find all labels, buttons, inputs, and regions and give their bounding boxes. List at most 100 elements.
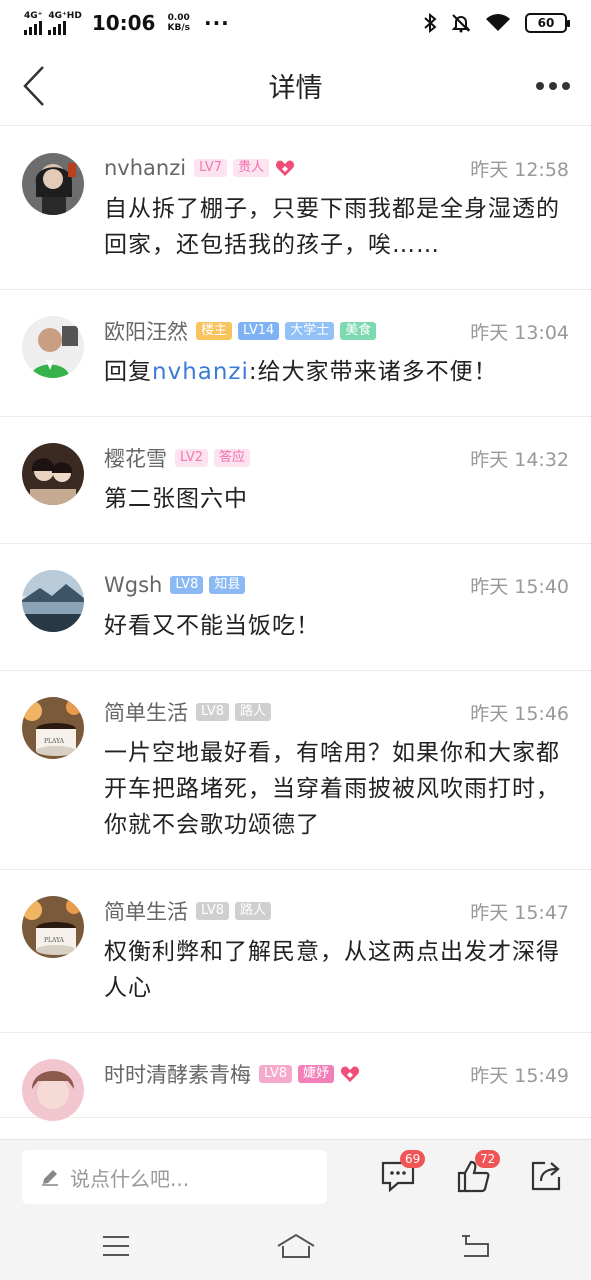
avatar[interactable] (22, 570, 84, 632)
comment-input[interactable]: 说点什么吧... (22, 1150, 327, 1204)
svg-text:PLAYA: PLAYA (44, 937, 65, 944)
comment-text: 一片空地最好看，有啥用？如果你和大家都开车把路堵死，当穿着雨披被风吹雨打时，你就… (104, 740, 560, 838)
comment-text: 第二张图六中 (104, 486, 248, 512)
comment-header: Wgsh LV8 知县 昨天 15:40 (104, 568, 569, 602)
heart-badge-icon (275, 159, 295, 177)
comment-author[interactable]: 欧阳汪然 (104, 316, 188, 346)
system-nav-bar (0, 1213, 591, 1280)
menu-nav-button[interactable] (96, 1229, 136, 1263)
comment-header: nvhanzi LV7 贵人 昨天 12:58 (104, 151, 569, 185)
page-title: 详情 (268, 73, 323, 104)
avatar[interactable] (22, 153, 84, 215)
back-button[interactable] (14, 62, 54, 110)
battery-icon: 60 (525, 13, 570, 33)
comment-text: 自从拆了棚子，只要下雨我都是全身湿透的回家，还包括我的孩子，唉…… (104, 196, 560, 258)
comment-author[interactable]: 樱花雪 (104, 443, 167, 473)
user-badge: 大学士 (285, 322, 335, 340)
comment-item[interactable]: 欧阳汪然 楼主 LV14 大学士 美食 昨天 13:04 回复nvhanzi:给大家带来诸多… (0, 290, 591, 417)
user-badge: LV7 (194, 159, 228, 177)
title-bar: 详情 (0, 46, 591, 126)
like-count-badge: 72 (475, 1150, 501, 1168)
comment-item[interactable]: PLAYA 简单生活 LV8 路人 昨天 15:47 权衡利弊和了解民意，从这两点出发才深… (0, 870, 591, 1033)
comment-header: 简单生活 LV8 路人 昨天 15:46 (104, 695, 569, 729)
dot-icon (549, 82, 557, 90)
comment-header: 樱花雪 LV2 答应 昨天 14:32 (104, 441, 569, 475)
user-badge: 贵人 (233, 159, 270, 177)
share-icon (531, 1161, 561, 1191)
back-nav-button[interactable] (456, 1229, 496, 1263)
bluetooth-icon (424, 13, 437, 33)
comment-text: 权衡利弊和了解民意，从这两点出发才深得人心 (104, 939, 560, 1001)
network-speed: 0.00 KB/s (167, 13, 189, 33)
comment-item[interactable]: Wgsh LV8 知县 昨天 15:40 好看又不能当饭吃！ (0, 544, 591, 671)
user-badge: 知县 (209, 576, 246, 594)
user-badge: 路人 (234, 902, 271, 920)
comment-author[interactable]: nvhanzi (104, 156, 186, 180)
like-button[interactable]: 72 (453, 1150, 501, 1196)
reply-prefix: 回复 (104, 359, 152, 385)
avatar[interactable]: PLAYA (22, 697, 84, 759)
network-speed-value: 0.00 (167, 13, 190, 23)
pencil-icon (42, 1170, 58, 1186)
home-icon (277, 1233, 315, 1258)
network-type-1: 4G⁺ (24, 10, 43, 21)
avatar[interactable] (22, 443, 84, 505)
comment-time: 昨天 15:40 (470, 575, 569, 598)
comment-list: nvhanzi LV7 贵人 昨天 12:58 自从拆了棚子，只要下雨我都是全身湿透的回… (0, 127, 591, 1139)
share-button[interactable] (526, 1156, 566, 1196)
comment-text: 回复nvhanzi:给大家带来诸多不便！ (104, 354, 569, 390)
comment-author[interactable]: 时时清酵素青梅 (104, 1059, 251, 1089)
dot-icon (536, 82, 544, 90)
wifi-icon (486, 14, 510, 31)
status-time: 10:06 (91, 11, 156, 35)
signal-1-icon: 4G⁺ (24, 10, 43, 35)
svg-text:PLAYA: PLAYA (44, 738, 65, 745)
user-badge: 路人 (234, 703, 271, 721)
comment-header: 简单生活 LV8 路人 昨天 15:47 (104, 894, 569, 928)
comment-body: :给大家带来诸多不便！ (248, 359, 498, 385)
comment-item[interactable]: 时时清酵素青梅 LV8 婕妤 昨天 15:49 (0, 1033, 591, 1121)
avatar[interactable] (22, 1059, 84, 1121)
comment-header: 时时清酵素青梅 LV8 婕妤 昨天 15:49 (104, 1057, 569, 1091)
dot-icon (562, 82, 570, 90)
signal-2-icon: 4G⁺HD (48, 10, 82, 35)
mute-bell-icon (451, 14, 471, 33)
user-badge: 楼主 (196, 322, 233, 340)
avatar[interactable] (22, 316, 84, 378)
user-badge: 婕妤 (297, 1065, 334, 1083)
comment-author[interactable]: 简单生活 (104, 896, 188, 926)
comment-header: 欧阳汪然 楼主 LV14 大学士 美食 昨天 13:04 (104, 314, 569, 348)
user-badge: LV8 (196, 703, 229, 721)
reply-mention-link[interactable]: nvhanzi (152, 359, 249, 385)
avatar[interactable]: PLAYA (22, 896, 84, 958)
home-nav-button[interactable] (276, 1229, 316, 1263)
comment-time: 昨天 15:47 (470, 901, 569, 924)
user-badge: 美食 (340, 322, 377, 340)
comment-count-badge: 69 (400, 1150, 426, 1168)
battery-level: 60 (537, 16, 555, 30)
comment-author[interactable]: 简单生活 (104, 697, 188, 727)
chevron-left-icon (23, 66, 44, 106)
comment-item[interactable]: nvhanzi LV7 贵人 昨天 12:58 自从拆了棚子，只要下雨我都是全身湿透的回… (0, 127, 591, 290)
status-bar: 4G⁺ 4G⁺HD 10:06 0.00 KB/s ··· 60 (0, 0, 591, 46)
user-badge: LV8 (259, 1065, 292, 1083)
return-icon (462, 1235, 489, 1257)
user-badge: 答应 (213, 449, 250, 467)
comment-time: 昨天 15:49 (470, 1064, 569, 1087)
comment-time: 昨天 15:46 (470, 702, 569, 725)
comment-time: 昨天 12:58 (470, 158, 569, 181)
menu-icon (103, 1236, 129, 1256)
comments-button[interactable]: 69 (378, 1150, 426, 1196)
user-badge: LV8 (170, 576, 204, 594)
comment-time: 昨天 14:32 (470, 448, 569, 471)
network-speed-unit: KB/s (167, 23, 190, 33)
comment-item[interactable]: 樱花雪 LV2 答应 昨天 14:32 第二张图六中 (0, 417, 591, 544)
comment-input-placeholder: 说点什么吧... (70, 1166, 190, 1191)
more-options-button[interactable] (531, 66, 575, 106)
heart-badge-icon (340, 1065, 360, 1083)
network-type-2: 4G⁺HD (48, 10, 82, 21)
comment-item[interactable]: PLAYA 简单生活 LV8 路人 昨天 15:46 一片空地最好看，有啥用？如果你和大家… (0, 671, 591, 870)
comment-author[interactable]: Wgsh (104, 573, 162, 597)
more-notifications-icon: ··· (203, 11, 230, 35)
comment-text: 好看又不能当饭吃！ (104, 613, 320, 639)
